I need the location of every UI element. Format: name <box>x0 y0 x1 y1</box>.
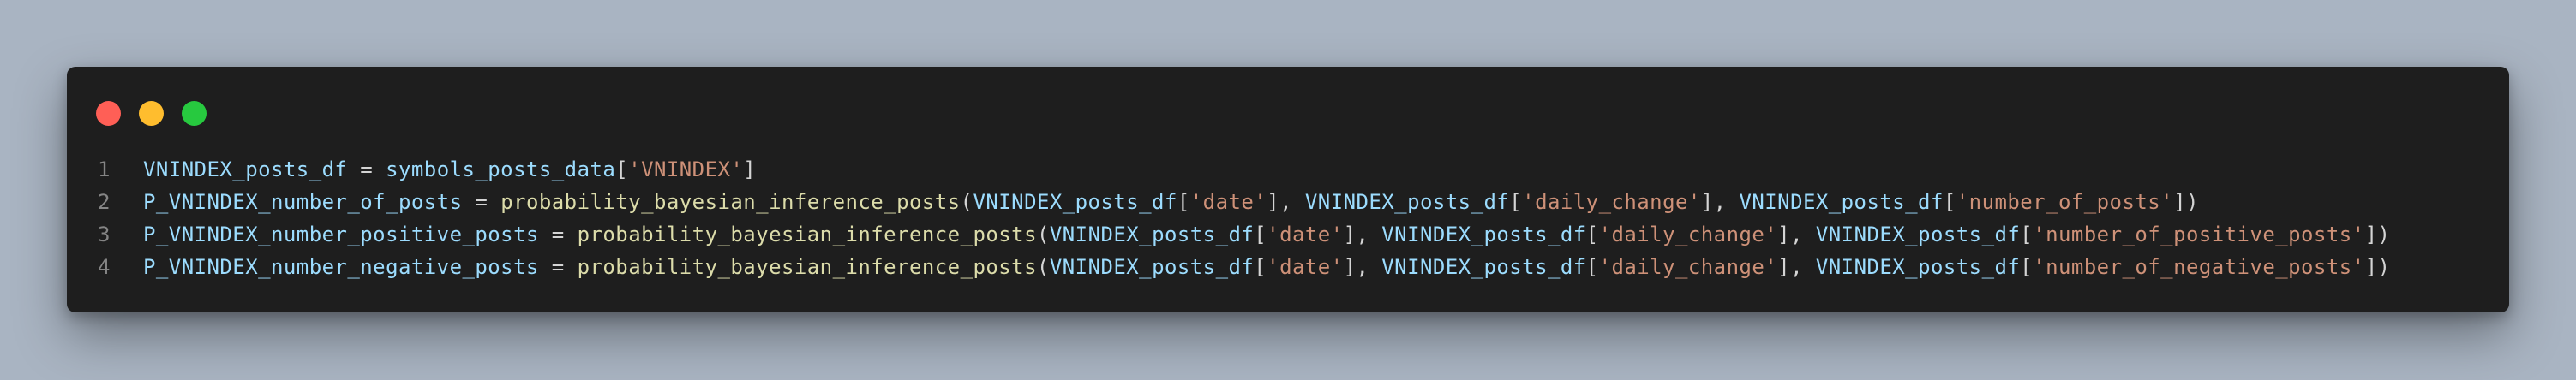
code-token: VNINDEX_posts_df <box>1381 255 1586 279</box>
line-content: P_VNINDEX_number_of_posts = probability_… <box>143 186 2199 218</box>
code-token: ], <box>1343 255 1382 279</box>
code-token: 'VNINDEX' <box>628 157 744 181</box>
code-token: [ <box>1509 190 1523 214</box>
code-token: VNINDEX_posts_df <box>1815 223 2021 246</box>
code-token: [ <box>1254 255 1267 279</box>
code-token: 'daily_change' <box>1522 190 1701 214</box>
code-line: 3 P_VNINDEX_number_positive_posts = proba… <box>98 218 2390 251</box>
code-token: 'number_of_positive_posts' <box>2033 223 2365 246</box>
code-token: symbols_posts_data <box>386 157 616 181</box>
code-token: VNINDEX_posts_df <box>1815 255 2021 279</box>
line-number: 3 <box>98 223 111 246</box>
code-token: [ <box>1585 223 1599 246</box>
line-number: 1 <box>98 157 111 181</box>
code-token: = <box>462 190 501 214</box>
code-token: VNINDEX_posts_df <box>1049 255 1255 279</box>
line-content: VNINDEX_posts_df = symbols_posts_data['V… <box>143 153 756 186</box>
code-token: 'number_of_negative_posts' <box>2033 255 2365 279</box>
code-token: ], <box>1267 190 1305 214</box>
code-token: 'number_of_posts' <box>1956 190 2174 214</box>
code-token: P_VNINDEX_number_negative_posts <box>143 255 539 279</box>
code-token: = <box>538 255 578 279</box>
minimize-dot-icon[interactable] <box>139 101 164 126</box>
code-token: VNINDEX_posts_df <box>143 157 348 181</box>
code-token: 'date' <box>1267 223 1344 246</box>
code-line: 4 P_VNINDEX_number_negative_posts = proba… <box>98 251 2390 283</box>
code-window: 1 VNINDEX_posts_df = symbols_posts_data['… <box>67 67 2509 312</box>
code-token: 'daily_change' <box>1598 255 1778 279</box>
maximize-dot-icon[interactable] <box>182 101 207 126</box>
code-token: [ <box>1177 190 1190 214</box>
code-token: VNINDEX_posts_df <box>1739 190 1944 214</box>
code-token: probability_bayesian_inference_posts <box>577 223 1037 246</box>
code-token: [ <box>2020 223 2034 246</box>
line-number: 4 <box>98 255 111 279</box>
code-token: [ <box>615 157 629 181</box>
code-token: ]) <box>2364 255 2391 279</box>
line-number: 2 <box>98 190 111 214</box>
line-content: P_VNINDEX_number_positive_posts = probab… <box>143 218 2390 251</box>
code-token: ], <box>1777 223 1816 246</box>
code-token: probability_bayesian_inference_posts <box>577 255 1037 279</box>
code-token: probability_bayesian_inference_posts <box>500 190 961 214</box>
code-token: VNINDEX_posts_df <box>1381 223 1586 246</box>
code-line: 2 P_VNINDEX_number_of_posts = probability… <box>98 186 2390 218</box>
code-token: ]) <box>2173 190 2199 214</box>
code-token: ( <box>1036 223 1050 246</box>
code-token: ( <box>960 190 973 214</box>
code-token: VNINDEX_posts_df <box>1304 190 1510 214</box>
code-token: [ <box>1585 255 1599 279</box>
code-token: [ <box>1943 190 1956 214</box>
code-token: = <box>538 223 578 246</box>
line-content: P_VNINDEX_number_negative_posts = probab… <box>143 251 2390 283</box>
code-token: ]) <box>2364 223 2391 246</box>
code-token: ], <box>1343 223 1382 246</box>
code-token: P_VNINDEX_number_of_posts <box>143 190 463 214</box>
code-block: 1 VNINDEX_posts_df = symbols_posts_data['… <box>98 153 2390 283</box>
close-dot-icon[interactable] <box>96 101 121 126</box>
code-token: = <box>347 157 386 181</box>
code-token: ], <box>1777 255 1816 279</box>
code-token: VNINDEX_posts_df <box>973 190 1177 214</box>
code-token: ] <box>743 157 757 181</box>
code-line: 1 VNINDEX_posts_df = symbols_posts_data['… <box>98 153 2390 186</box>
code-token: ( <box>1036 255 1050 279</box>
code-token: 'date' <box>1189 190 1267 214</box>
code-token: [ <box>1254 223 1267 246</box>
code-token: P_VNINDEX_number_positive_posts <box>143 223 539 246</box>
code-token: 'daily_change' <box>1598 223 1778 246</box>
code-token: ], <box>1700 190 1740 214</box>
code-token: VNINDEX_posts_df <box>1049 223 1255 246</box>
code-token: [ <box>2020 255 2034 279</box>
code-token: 'date' <box>1267 255 1344 279</box>
